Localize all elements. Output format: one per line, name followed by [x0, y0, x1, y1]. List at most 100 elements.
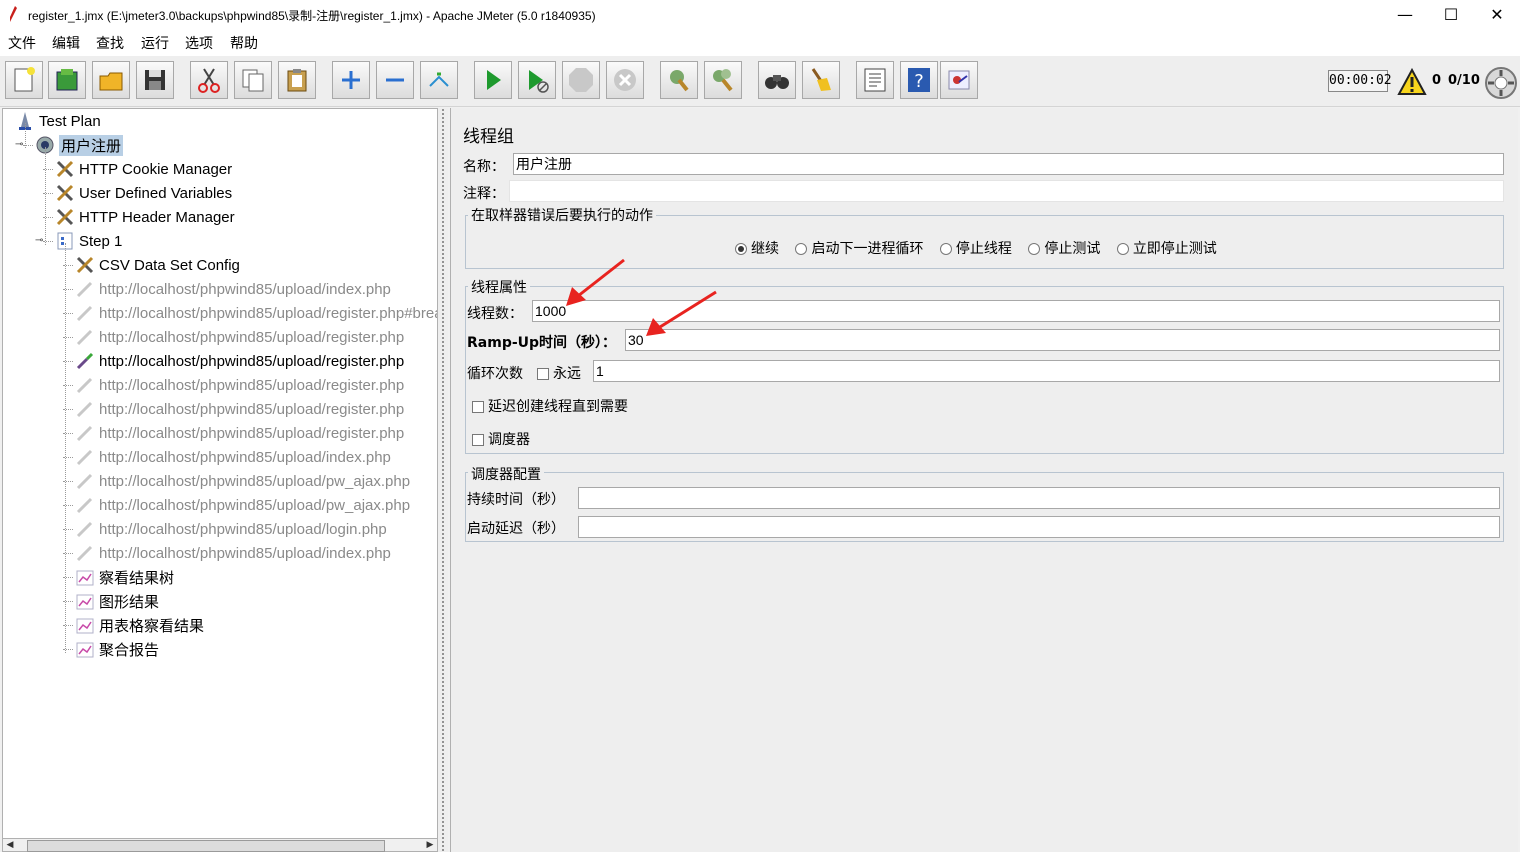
comment-input[interactable]	[509, 180, 1504, 202]
clear-all-icon	[713, 69, 733, 92]
tree-node[interactable]: 聚合报告	[75, 638, 159, 660]
tree-node[interactable]: http://localhost/phpwind85/upload/index.…	[75, 446, 391, 468]
warning-icon[interactable]	[1397, 68, 1427, 96]
tree-node-label: http://localhost/phpwind85/upload/index.…	[99, 448, 391, 466]
search-button[interactable]	[758, 61, 796, 99]
tree-node[interactable]: HTTP Cookie Manager	[55, 158, 232, 180]
stop-button[interactable]	[562, 61, 600, 99]
scheduler-checkbox[interactable]: 调度器	[472, 429, 530, 449]
forever-checkbox[interactable]: 永远	[537, 363, 581, 383]
remote-status-icon	[1485, 67, 1517, 99]
save-icon	[145, 70, 165, 90]
toggle-button[interactable]	[420, 61, 458, 99]
duration-input[interactable]	[578, 487, 1500, 509]
tree-node[interactable]: http://localhost/phpwind85/upload/login.…	[75, 518, 387, 540]
pane-splitter[interactable]	[438, 108, 448, 852]
tree-node[interactable]: http://localhost/phpwind85/upload/regist…	[75, 326, 404, 348]
tree-node[interactable]: 图形结果	[75, 590, 159, 612]
clear-button[interactable]	[660, 61, 698, 99]
copy-icon	[242, 69, 264, 92]
tree-node[interactable]: 察看结果树	[75, 566, 174, 588]
tree-node[interactable]: http://localhost/phpwind85/upload/index.…	[75, 542, 391, 564]
sampler-icon	[75, 471, 95, 491]
tree-node[interactable]: http://localhost/phpwind85/upload/regist…	[75, 398, 404, 420]
radio-continue[interactable]: 继续	[735, 241, 779, 257]
tree-node[interactable]: http://localhost/phpwind85/upload/index.…	[75, 278, 391, 300]
tree-node-label: 聚合报告	[99, 641, 160, 659]
error-count: 0	[1432, 73, 1442, 88]
clear-all-button[interactable]	[704, 61, 742, 99]
maximize-button[interactable]: ☐	[1428, 0, 1474, 30]
start-no-pauses-button[interactable]	[518, 61, 556, 99]
copy-button[interactable]	[234, 61, 272, 99]
menu-run[interactable]: 运行	[141, 33, 169, 53]
duration-label: 持续时间（秒）	[467, 492, 565, 508]
tree-node[interactable]: Test Plan	[15, 110, 101, 132]
loop-count-input[interactable]: 1	[593, 360, 1500, 382]
tree-node[interactable]: http://localhost/phpwind85/upload/regist…	[75, 350, 404, 372]
expand-button[interactable]	[332, 61, 370, 99]
tree-node[interactable]: 用户注册	[35, 134, 124, 156]
title-bar: register_1.jmx (E:\jmeter3.0\backups\php…	[0, 0, 1520, 30]
error-action-title: 在取样器错误后要执行的动作	[468, 205, 656, 225]
tree-node-label: HTTP Header Manager	[79, 208, 235, 226]
tree-node[interactable]: HTTP Header Manager	[55, 206, 235, 228]
name-input[interactable]: 用户注册	[513, 153, 1504, 175]
menu-help[interactable]: 帮助	[230, 33, 258, 53]
tree-node[interactable]: http://localhost/phpwind85/upload/pw_aja…	[75, 494, 410, 516]
sampler-icon	[75, 423, 95, 443]
startup-delay-input[interactable]	[578, 516, 1500, 538]
menu-options[interactable]: 选项	[185, 33, 213, 53]
radio-stop-thread[interactable]: 停止线程	[939, 241, 1012, 257]
sampler-icon	[75, 495, 95, 515]
start-icon	[487, 70, 501, 90]
test-plan-tree[interactable]: Test Plan 用户注册 HTTP Cookie Manager User Def…	[2, 108, 438, 840]
save-button[interactable]	[136, 61, 174, 99]
menu-file[interactable]: 文件	[8, 33, 36, 53]
tree-node[interactable]: CSV Data Set Config	[75, 254, 240, 276]
tree-horizontal-scrollbar[interactable]: ◀ ▶	[2, 838, 438, 852]
tree-expand-handle-icon[interactable]: ⊸	[15, 140, 25, 150]
tree-guide-line	[45, 147, 46, 245]
scroll-left-icon[interactable]: ◀	[4, 839, 16, 851]
collapse-button[interactable]	[376, 61, 414, 99]
reset-search-button[interactable]	[802, 61, 840, 99]
open-button[interactable]	[92, 61, 130, 99]
function-helper-icon	[864, 68, 886, 92]
close-button[interactable]: ✕	[1474, 0, 1520, 30]
log-viewer-button[interactable]	[940, 61, 978, 99]
threads-input[interactable]: 1000	[532, 300, 1500, 322]
tree-node[interactable]: http://localhost/phpwind85/upload/regist…	[75, 302, 437, 324]
cut-button[interactable]	[190, 61, 228, 99]
delay-thread-creation-checkbox[interactable]: 延迟创建线程直到需要	[472, 396, 628, 416]
tree-node-label: 察看结果树	[99, 569, 175, 587]
svg-text:?: ?	[914, 71, 924, 92]
scrollbar-thumb[interactable]	[27, 840, 385, 852]
minimize-button[interactable]: —	[1382, 0, 1428, 30]
tree-expand-handle-icon[interactable]: ⊸	[35, 236, 45, 246]
tree-node[interactable]: 用表格察看结果	[75, 614, 204, 636]
rampup-input[interactable]: 30	[625, 329, 1500, 351]
jmeter-feather-icon	[10, 6, 17, 22]
toolbar: ?	[0, 56, 1520, 107]
radio-stop-test[interactable]: 停止测试	[1028, 241, 1100, 257]
radio-start-next-loop[interactable]: 启动下一进程循环	[795, 241, 923, 257]
paste-button[interactable]	[278, 61, 316, 99]
tree-node[interactable]: User Defined Variables	[55, 182, 232, 204]
templates-button[interactable]	[48, 61, 86, 99]
tree-node[interactable]: http://localhost/phpwind85/upload/pw_aja…	[75, 470, 410, 492]
tree-node-label: User Defined Variables	[79, 184, 233, 202]
menu-search[interactable]: 查找	[96, 33, 124, 53]
radio-stop-test-now[interactable]: 立即停止测试	[1116, 241, 1217, 257]
new-button[interactable]	[5, 61, 43, 99]
scroll-right-icon[interactable]: ▶	[424, 839, 436, 851]
sampler-icon	[75, 303, 95, 323]
listener-icon	[75, 639, 95, 659]
menu-edit[interactable]: 编辑	[52, 33, 80, 53]
start-button[interactable]	[474, 61, 512, 99]
help-button[interactable]: ?	[900, 61, 938, 99]
tree-node[interactable]: http://localhost/phpwind85/upload/regist…	[75, 374, 404, 396]
tree-node[interactable]: http://localhost/phpwind85/upload/regist…	[75, 422, 404, 444]
function-helper-button[interactable]	[856, 61, 894, 99]
shutdown-button[interactable]	[606, 61, 644, 99]
